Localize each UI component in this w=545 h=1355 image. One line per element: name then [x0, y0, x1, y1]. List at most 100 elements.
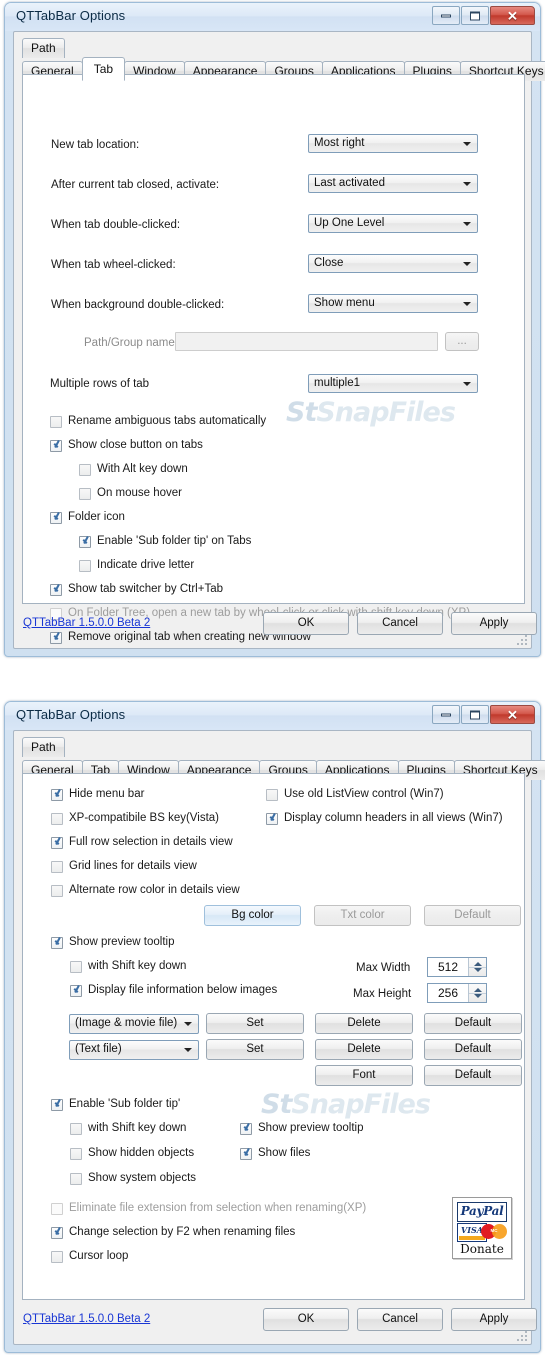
label-multiple-rows: Multiple rows of tab — [50, 378, 150, 390]
tab-path[interactable]: Path — [22, 737, 65, 757]
set-text-file-button[interactable]: Set — [206, 1039, 304, 1060]
resize-grip[interactable] — [517, 635, 528, 646]
checkbox-box — [79, 536, 91, 548]
checkbox-box — [51, 837, 63, 849]
chevron-down-icon — [463, 182, 471, 186]
dialog-footer: QTTabBar 1.5.0.0 Beta 2 OK Cancel Apply — [22, 1302, 537, 1338]
max-width-value: 512 — [437, 960, 459, 974]
version-link[interactable]: QTTabBar 1.5.0.0 Beta 2 — [23, 1313, 150, 1325]
combo-background-double-clicked[interactable]: Show menu — [308, 294, 478, 313]
window-buttons: ✕ — [432, 6, 535, 25]
checkbox-label: Enable 'Sub folder tip' — [69, 1098, 181, 1110]
label-after-tab-closed: After current tab closed, activate: — [51, 179, 220, 191]
color-default-button[interactable]: Default — [424, 905, 521, 926]
close-icon: ✕ — [507, 707, 518, 722]
combo-after-tab-closed[interactable]: Last activated — [308, 174, 478, 193]
maximize-button[interactable] — [461, 6, 489, 25]
close-button[interactable]: ✕ — [490, 6, 535, 25]
label-new-tab-location: New tab location: — [51, 139, 140, 151]
checkbox-box — [50, 512, 62, 524]
combo-multiple-rows[interactable]: multiple1 — [308, 374, 478, 393]
combo-value: Most right — [314, 137, 365, 149]
apply-button[interactable]: Apply — [451, 1308, 537, 1331]
path-group-name-input[interactable] — [175, 332, 438, 351]
font-default-button[interactable]: Default — [424, 1065, 522, 1086]
stepper-arrows-icon[interactable] — [468, 958, 486, 976]
checkbox-box — [50, 440, 62, 452]
paypal-logo-icon: PayPal — [457, 1202, 507, 1222]
combo-tab-wheel-clicked[interactable]: Close — [308, 254, 478, 273]
browse-button[interactable]: ... — [445, 332, 479, 351]
checkbox-box — [70, 985, 82, 997]
max-height-stepper[interactable]: 256 — [427, 983, 487, 1003]
check-icon — [242, 1147, 253, 1159]
default-text-file-button[interactable]: Default — [424, 1039, 522, 1060]
tab-path[interactable]: Path — [22, 38, 65, 58]
label-path-group-name: Path/Group name: — [84, 337, 178, 349]
combo-value: Up One Level — [314, 217, 385, 229]
checkbox-label: Display file information below images — [88, 984, 278, 996]
combo-image-movie-file[interactable]: (Image & movie file) — [69, 1014, 199, 1034]
combo-text-file[interactable]: (Text file) — [69, 1040, 199, 1060]
max-width-stepper[interactable]: 512 — [427, 957, 487, 977]
txt-color-button[interactable]: Txt color — [314, 905, 411, 926]
titlebar: QTTabBar Options ✕ — [5, 702, 540, 730]
checkbox-label: Show system objects — [88, 1172, 197, 1184]
checkbox-label: Cursor loop — [69, 1250, 129, 1262]
set-image-movie-button[interactable]: Set — [206, 1013, 304, 1034]
check-icon — [52, 439, 63, 451]
close-icon: ✕ — [507, 8, 518, 23]
apply-button[interactable]: Apply — [451, 612, 537, 635]
max-height-value: 256 — [437, 986, 459, 1000]
checkbox-box — [79, 488, 91, 500]
combo-tab-double-clicked[interactable]: Up One Level — [308, 214, 478, 233]
cancel-button[interactable]: Cancel — [357, 612, 443, 635]
minimize-button[interactable] — [432, 705, 460, 724]
checkbox-box — [79, 464, 91, 476]
stepper-arrows-icon[interactable] — [468, 984, 486, 1002]
checkbox-box — [51, 1227, 63, 1239]
checkbox-label: Use old ListView control (Win7) — [284, 788, 444, 800]
combo-new-tab-location[interactable]: Most right — [308, 134, 478, 153]
close-button[interactable]: ✕ — [490, 705, 535, 724]
checkbox-label: Eliminate file extension from selection … — [69, 1202, 367, 1214]
check-icon — [53, 1226, 64, 1238]
paypal-donate-button[interactable]: PayPal VISA MC Donate — [452, 1197, 512, 1259]
check-icon — [53, 936, 64, 948]
label-max-height: Max Height — [353, 988, 412, 1000]
delete-text-file-button[interactable]: Delete — [315, 1039, 413, 1060]
minimize-button[interactable] — [432, 6, 460, 25]
bg-color-button[interactable]: Bg color — [204, 905, 301, 926]
watermark: StSnapFiles — [261, 1089, 431, 1120]
checkbox-label: Show files — [258, 1147, 311, 1159]
checkbox-box — [240, 1123, 252, 1135]
combo-value: Show menu — [314, 297, 375, 309]
checkbox-label: Change selection by F2 when renaming fil… — [69, 1226, 296, 1238]
window-title: QTTabBar Options — [16, 8, 126, 23]
ok-button[interactable]: OK — [263, 612, 349, 635]
check-icon — [268, 812, 279, 824]
checkbox-label: Folder icon — [68, 511, 125, 523]
delete-image-movie-button[interactable]: Delete — [315, 1013, 413, 1034]
combo-value: (Image & movie file) — [75, 1017, 178, 1029]
combo-value: Close — [314, 257, 344, 269]
checkbox-label: Alternate row color in details view — [69, 884, 240, 896]
cancel-button[interactable]: Cancel — [357, 1308, 443, 1331]
check-icon — [52, 511, 63, 523]
dialog-footer: QTTabBar 1.5.0.0 Beta 2 OK Cancel Apply — [22, 606, 537, 642]
ok-button[interactable]: OK — [263, 1308, 349, 1331]
checkbox-label: On mouse hover — [97, 487, 183, 499]
resize-grip[interactable] — [517, 1331, 528, 1342]
checkbox-box — [240, 1148, 252, 1160]
checkbox-box — [50, 584, 62, 596]
watermark: StSnapFiles — [286, 397, 456, 428]
font-button[interactable]: Font — [315, 1065, 413, 1086]
maximize-button[interactable] — [461, 705, 489, 724]
version-link[interactable]: QTTabBar 1.5.0.0 Beta 2 — [23, 617, 150, 629]
checkbox-label: With Alt key down — [97, 463, 188, 475]
checkbox-label: Enable 'Sub folder tip' on Tabs — [97, 535, 252, 547]
default-image-movie-button[interactable]: Default — [424, 1013, 522, 1034]
window-buttons: ✕ — [432, 705, 535, 724]
tab-tab[interactable]: Tab — [81, 57, 126, 81]
checkbox-box — [50, 416, 62, 428]
